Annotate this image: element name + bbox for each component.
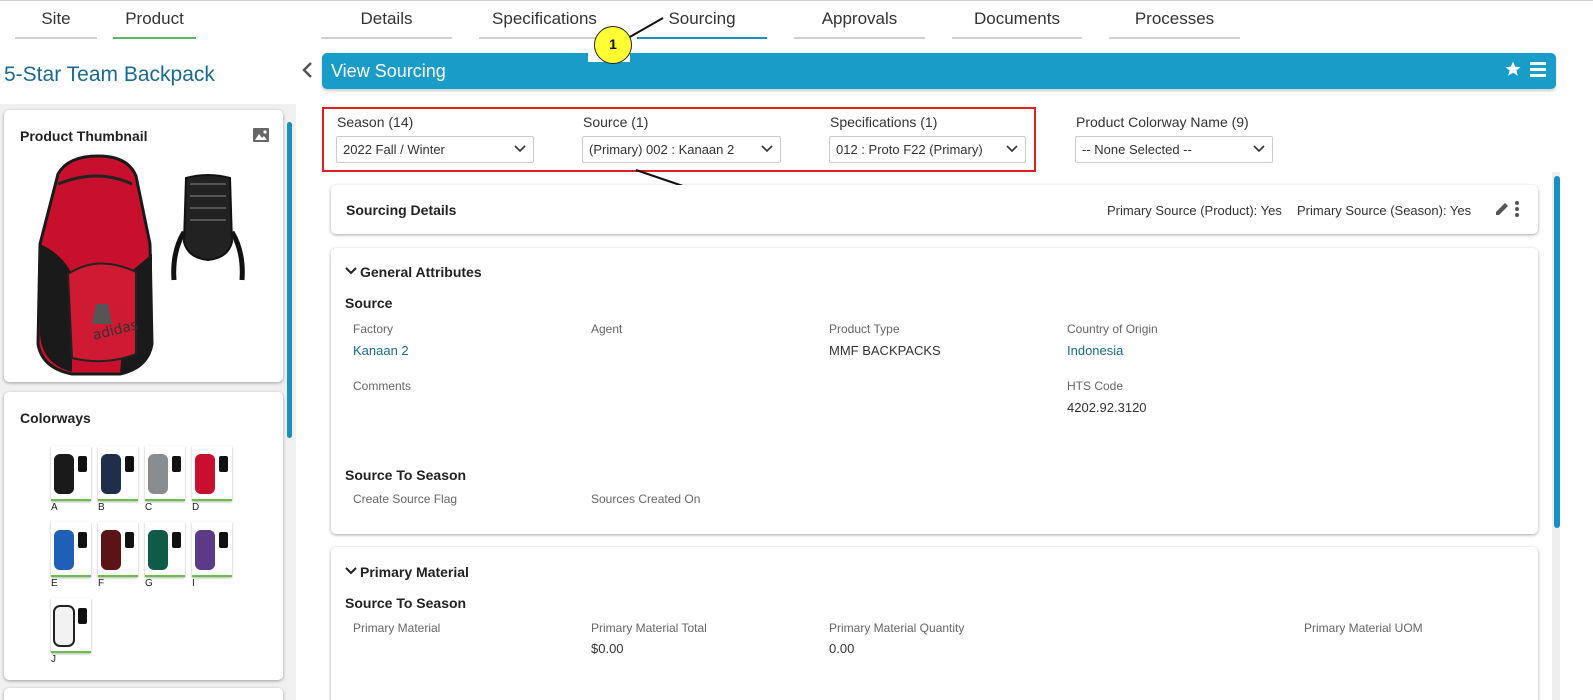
callout-1: 1 (594, 26, 632, 64)
product-type-value: MMF BACKPACKS (829, 343, 941, 358)
source-heading: Source (345, 295, 393, 311)
chevron-down-icon[interactable] (345, 265, 357, 280)
source-to-season-heading: Source To Season (345, 595, 467, 611)
sourcing-details-title: Sourcing Details (346, 202, 457, 218)
sources-created-on-label: Sources Created On (591, 492, 701, 506)
source-to-season-heading: Source To Season (345, 467, 467, 483)
general-attributes-section: General Attributes Source Factory Kanaan… (331, 248, 1538, 534)
comments-label: Comments (353, 379, 412, 393)
agent-label: Agent (591, 322, 623, 336)
primary-material-quantity-label: Primary Material Quantity (829, 621, 965, 635)
country-of-origin-label: Country of Origin (1067, 322, 1158, 336)
primary-material-title[interactable]: Primary Material (360, 564, 469, 580)
primary-source-season: Primary Source (Season): Yes (1297, 203, 1472, 218)
general-attributes-title[interactable]: General Attributes (360, 264, 482, 280)
product-type-label: Product Type (829, 322, 900, 336)
primary-material-uom-label: Primary Material UOM (1304, 621, 1423, 635)
factory-link[interactable]: Kanaan 2 (353, 343, 409, 358)
chevron-down-icon[interactable] (345, 565, 357, 580)
more-vertical-icon[interactable] (1514, 200, 1520, 221)
hts-code-value: 4202.92.3120 (1067, 400, 1147, 415)
create-source-flag-label: Create Source Flag (353, 492, 458, 506)
primary-material-section: Primary Material Source To Season Primar… (331, 547, 1538, 700)
primary-material-label: Primary Material (353, 621, 441, 635)
primary-material-quantity-value: 0.00 (829, 641, 855, 656)
edit-pencil-icon[interactable] (1494, 201, 1510, 220)
primary-material-total-value: $0.00 (591, 641, 624, 656)
main-scrollbar-thumb[interactable] (1554, 176, 1560, 528)
primary-material-total-label: Primary Material Total (591, 621, 707, 635)
factory-label: Factory (353, 322, 394, 336)
sourcing-details-section: Sourcing Details Primary Source (Product… (331, 185, 1538, 234)
primary-source-product: Primary Source (Product): Yes (1107, 203, 1282, 218)
hts-code-label: HTS Code (1067, 379, 1124, 393)
country-of-origin-link[interactable]: Indonesia (1067, 343, 1123, 358)
